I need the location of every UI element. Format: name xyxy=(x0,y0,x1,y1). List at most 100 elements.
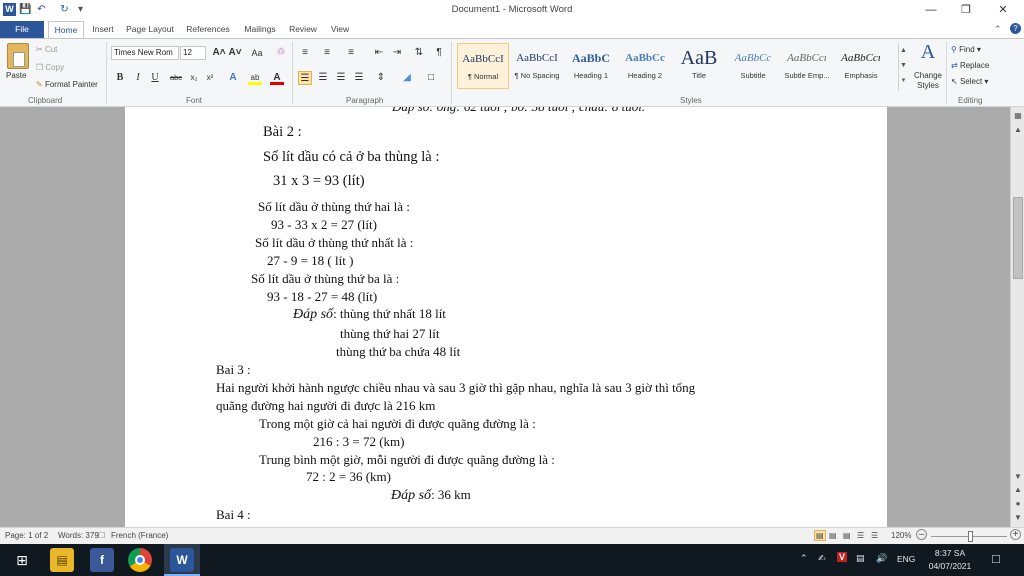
unikey-icon[interactable]: V xyxy=(837,552,848,562)
word-icon: W xyxy=(170,548,194,572)
borders-icon[interactable]: □ xyxy=(424,71,438,85)
tab-references[interactable]: References xyxy=(182,21,234,38)
scroll-down-icon[interactable]: ▼ xyxy=(1012,471,1024,483)
scroll-up-icon[interactable]: ▲ xyxy=(1012,124,1024,136)
style-title[interactable]: AaB Title xyxy=(673,43,725,89)
web-layout-icon[interactable]: ▤ xyxy=(843,531,851,540)
align-center-icon[interactable]: ☰ xyxy=(316,71,330,85)
multilevel-list-icon[interactable]: ≡ xyxy=(344,46,358,60)
proofing-icon[interactable]: ☐ xyxy=(98,531,105,540)
italic-button[interactable]: I xyxy=(131,71,145,85)
zoom-in-icon[interactable]: + xyxy=(1010,529,1021,540)
show-hidden-icons[interactable]: ⌃ xyxy=(800,553,808,564)
change-styles-button[interactable]: Change Styles xyxy=(912,71,944,91)
ribbon-home: Paste ✂ Cut ❐ Copy ✎ Format Painter Clip… xyxy=(0,38,1024,107)
zoom-out-icon[interactable]: – xyxy=(916,529,927,540)
facebook-icon[interactable]: f xyxy=(90,548,114,572)
page-count[interactable]: Page: 1 of 2 xyxy=(5,531,48,540)
language-indicator[interactable]: French (France) xyxy=(111,531,168,540)
sort-icon[interactable]: ⇅ xyxy=(412,46,426,60)
decrease-indent-icon[interactable]: ⇤ xyxy=(372,46,386,60)
style-normal[interactable]: AaBbCcI ¶ Normal xyxy=(457,43,509,89)
tab-review[interactable]: Review xyxy=(284,21,322,38)
close-button[interactable]: ✕ xyxy=(988,2,1018,18)
windows-start-icon[interactable]: ⊞ xyxy=(10,548,34,572)
word-count[interactable]: Words: 379 xyxy=(58,531,99,540)
zoom-slider-thumb[interactable] xyxy=(967,531,973,542)
clock-time[interactable]: 8:37 SA xyxy=(926,548,974,558)
draft-view-icon[interactable]: ☰ xyxy=(871,531,878,540)
style-no-spacing[interactable]: AaBbCcI ¶ No Spacing xyxy=(511,43,563,89)
change-case-button[interactable]: Aa xyxy=(248,46,266,60)
font-family-select[interactable]: Times New Rom xyxy=(111,46,179,60)
justify-icon[interactable]: ☰ xyxy=(352,71,366,85)
word-taskbar-button[interactable]: W xyxy=(164,544,200,576)
clear-formatting-icon[interactable]: ♲ xyxy=(274,46,288,60)
text-effects-button[interactable]: A xyxy=(226,71,240,85)
bullets-icon[interactable]: ≡ xyxy=(298,46,312,60)
align-left-icon[interactable]: ☰ xyxy=(298,71,312,85)
minimize-button[interactable]: — xyxy=(916,2,946,18)
paste-button[interactable]: Paste xyxy=(6,71,26,80)
show-formatting-marks-icon[interactable]: ¶ xyxy=(432,46,446,60)
superscript-button[interactable]: x² xyxy=(203,71,217,85)
tab-insert[interactable]: Insert xyxy=(86,21,120,38)
ruler-toggle-icon[interactable]: ▦ xyxy=(1012,110,1024,122)
chrome-icon[interactable] xyxy=(128,548,152,572)
help-icon[interactable]: ? xyxy=(1010,23,1021,34)
style-emphasis[interactable]: AaBbCcı Emphasis xyxy=(835,43,887,89)
volume-icon[interactable]: 🔊 xyxy=(876,553,887,564)
pen-icon[interactable]: ✍ xyxy=(818,553,826,564)
vertical-scrollbar[interactable]: ▦ ▲ ▼ ▲ ● ▼ xyxy=(1010,107,1024,527)
file-explorer-icon[interactable]: ▤ xyxy=(50,548,74,572)
select-button[interactable]: ↖ Select ▾ xyxy=(951,77,988,86)
scroll-thumb[interactable] xyxy=(1013,197,1023,279)
zoom-level[interactable]: 120% xyxy=(891,531,911,540)
tab-view[interactable]: View xyxy=(324,21,356,38)
style-subtitle[interactable]: AaBbCc Subtitle xyxy=(727,43,779,89)
font-color-button[interactable]: A xyxy=(270,71,284,85)
style-heading-1[interactable]: AaBbC Heading 1 xyxy=(565,43,617,89)
replace-button[interactable]: ⇄ Replace xyxy=(951,61,989,70)
cut-button[interactable]: ✂ Cut xyxy=(36,45,57,54)
change-styles-icon[interactable]: A xyxy=(914,41,942,64)
document-page[interactable]: Đáp số: ông: 62 tuổi ; bố: 38 tuổi ; chá… xyxy=(125,107,887,527)
find-button[interactable]: ⚲ Find ▾ xyxy=(951,45,981,54)
style-heading-2[interactable]: AaBbCc Heading 2 xyxy=(619,43,671,89)
restore-button[interactable]: ❐ xyxy=(951,2,981,18)
grow-font-button[interactable]: A˄ xyxy=(212,46,226,60)
increase-indent-icon[interactable]: ⇥ xyxy=(390,46,404,60)
tab-home[interactable]: Home xyxy=(48,21,84,38)
format-painter-button[interactable]: ✎ Format Painter xyxy=(36,80,98,89)
outline-view-icon[interactable]: ☰ xyxy=(857,531,864,540)
full-screen-reading-icon[interactable]: ▤ xyxy=(829,531,837,540)
line-spacing-icon[interactable]: ⇕ xyxy=(374,71,388,85)
tab-page-layout[interactable]: Page Layout xyxy=(122,21,178,38)
browse-object-icon[interactable]: ● xyxy=(1012,498,1024,510)
minimize-ribbon-icon[interactable]: ⌃ xyxy=(994,24,1002,35)
next-page-icon[interactable]: ▼ xyxy=(1012,512,1024,524)
shrink-font-button[interactable]: A˅ xyxy=(228,46,242,60)
style-subtle-emphasis[interactable]: AaBbCcı Subtle Emp... xyxy=(781,43,833,89)
align-right-icon[interactable]: ☰ xyxy=(334,71,348,85)
styles-scroll[interactable]: ▲ ▼ ▾ xyxy=(898,43,908,91)
tab-mailings[interactable]: Mailings xyxy=(238,21,282,38)
paste-icon[interactable] xyxy=(7,43,29,69)
highlight-color-button[interactable]: ab xyxy=(248,71,262,85)
notifications-icon[interactable]: □ xyxy=(992,551,1000,566)
numbering-icon[interactable]: ≡ xyxy=(320,46,334,60)
input-language[interactable]: ENG xyxy=(897,554,915,564)
font-size-select[interactable]: 12 xyxy=(180,46,206,60)
tab-file[interactable]: File xyxy=(0,21,44,38)
shading-icon[interactable]: ◢ xyxy=(400,71,414,85)
print-layout-view-icon[interactable]: ▤ xyxy=(814,530,826,541)
network-icon[interactable]: ▤ xyxy=(856,553,865,564)
subscript-button[interactable]: x₂ xyxy=(187,71,201,85)
copy-button[interactable]: ❐ Copy xyxy=(36,63,64,72)
underline-button[interactable]: U xyxy=(148,71,162,85)
text-line: 31 x 3 = 93 (lít) xyxy=(273,173,365,189)
strikethrough-button[interactable]: abc xyxy=(168,71,184,85)
clock-date[interactable]: 04/07/2021 xyxy=(924,561,976,571)
bold-button[interactable]: B xyxy=(113,71,127,85)
previous-page-icon[interactable]: ▲ xyxy=(1012,484,1024,496)
